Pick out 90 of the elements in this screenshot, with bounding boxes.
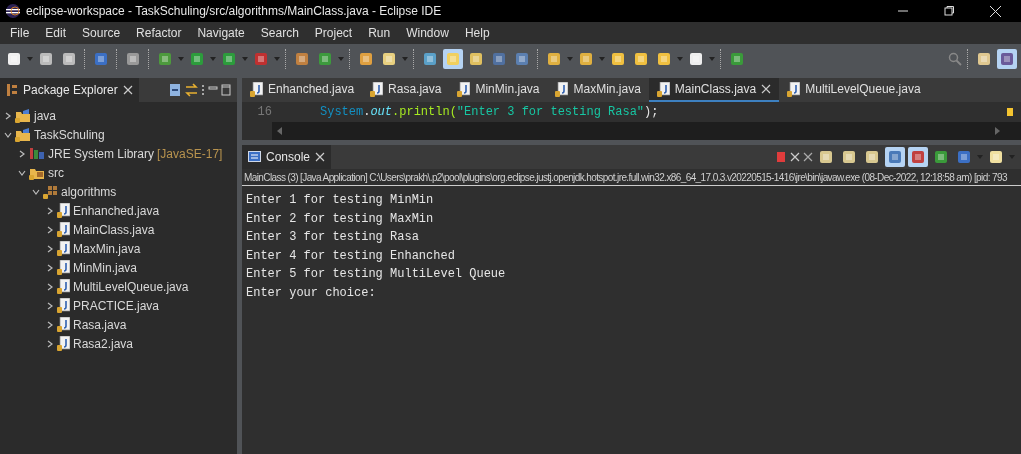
eclipse-logo-icon bbox=[6, 4, 20, 18]
line-number: 16 bbox=[256, 105, 273, 119]
console-output-line: Enter 1 for testing MinMin bbox=[245, 192, 435, 210]
menu-item[interactable]: Source bbox=[74, 26, 129, 40]
view-menu-icon[interactable] bbox=[201, 84, 205, 96]
console-icon bbox=[248, 150, 261, 164]
editor-tab[interactable]: Rasa.java bbox=[362, 78, 450, 102]
tree-item[interactable]: java bbox=[34, 108, 56, 123]
overview-marker-icon bbox=[1007, 108, 1013, 116]
tree-item[interactable]: MultiLevelQueue.java bbox=[73, 279, 189, 294]
close-icon[interactable] bbox=[122, 85, 133, 95]
library-version: [JavaSE-17] bbox=[157, 146, 223, 161]
tree-item[interactable]: MinMin.java bbox=[73, 260, 138, 275]
collapsed-chevron-icon[interactable] bbox=[46, 320, 54, 329]
collapsed-chevron-icon[interactable] bbox=[46, 263, 54, 272]
collapsed-chevron-icon[interactable] bbox=[46, 206, 54, 215]
console-output-line: Enter 3 for testing Rasa bbox=[245, 229, 420, 247]
close-icon[interactable] bbox=[315, 152, 326, 162]
tree-item[interactable]: MainClass.java bbox=[73, 222, 155, 237]
menu-item[interactable]: Run bbox=[360, 26, 399, 40]
project-folder-icon bbox=[15, 127, 31, 142]
console-output-line: Enter your choice: bbox=[245, 284, 377, 302]
menu-item[interactable]: Window bbox=[398, 26, 457, 40]
editor-tab[interactable]: MultiLevelQueue.java bbox=[779, 78, 929, 102]
collapsed-chevron-icon[interactable] bbox=[46, 339, 54, 348]
expanded-chevron-icon[interactable] bbox=[18, 168, 26, 177]
project-folder-icon bbox=[15, 108, 31, 123]
java-file-icon bbox=[457, 81, 471, 97]
library-books-icon bbox=[29, 147, 45, 160]
collapsed-chevron-icon[interactable] bbox=[18, 149, 26, 158]
code-line: System.out.println("Enter 3 for testing Rasa"); bbox=[319, 105, 659, 119]
console-output-line: Enter 2 for testing MaxMin bbox=[245, 210, 435, 228]
java-file-icon bbox=[57, 279, 70, 294]
java-file-icon bbox=[57, 317, 70, 332]
restore-icon[interactable] bbox=[944, 6, 954, 16]
collapse-all-icon[interactable] bbox=[169, 83, 182, 97]
editor-tab[interactable]: Enhanched.java bbox=[242, 78, 363, 102]
java-file-icon bbox=[57, 241, 70, 256]
console-output-line: Enter 5 for testing MultiLevel Queue bbox=[245, 266, 507, 284]
java-file-icon bbox=[656, 81, 670, 97]
editor-tab[interactable]: MaxMin.java bbox=[547, 78, 649, 102]
editor-tab[interactable]: MinMin.java bbox=[449, 78, 548, 102]
window-title: eclipse-workspace - TaskSchuling/src/algorithms/MainClass.java - Eclipse IDE bbox=[26, 4, 443, 18]
collapsed-chevron-icon[interactable] bbox=[46, 225, 54, 234]
menu-item[interactable]: Navigate bbox=[189, 26, 253, 40]
horizontal-scrollbar[interactable] bbox=[272, 122, 1021, 140]
java-file-icon bbox=[787, 81, 801, 97]
scroll-left-icon[interactable] bbox=[276, 126, 284, 136]
package-explorer-icon bbox=[6, 83, 18, 97]
close-icon[interactable] bbox=[989, 5, 1001, 17]
maximize-view-icon[interactable] bbox=[221, 84, 231, 96]
remove-launch-icon[interactable] bbox=[790, 152, 800, 162]
expanded-chevron-icon[interactable] bbox=[32, 187, 40, 196]
java-file-icon bbox=[57, 336, 70, 351]
collapsed-chevron-icon[interactable] bbox=[46, 244, 54, 253]
tree-item[interactable]: Rasa2.java bbox=[73, 336, 134, 351]
tree-item[interactable]: PRACTICE.java bbox=[73, 298, 160, 313]
java-file-icon bbox=[57, 222, 70, 237]
link-with-editor-icon[interactable] bbox=[185, 83, 198, 97]
tree-item[interactable]: JRE System Library bbox=[48, 146, 155, 161]
java-file-icon bbox=[57, 203, 70, 218]
collapsed-chevron-icon[interactable] bbox=[46, 301, 54, 310]
menu-item[interactable]: Edit bbox=[37, 26, 75, 40]
launch-info: MainClass (3) [Java Application] C:\Users\prakh\.p2\pool\plugins\org.eclipse.justj.openjdk.hotspot.jre.full.win32.x86_64_17.0.3.v20220515-1416\jre\bin\javaw.exe (08-Dec-2022, 12:18:58 am) [pid: 793 bbox=[242, 169, 1021, 186]
menu-item[interactable]: Project bbox=[306, 26, 361, 40]
remove-all-icon[interactable] bbox=[803, 152, 813, 162]
scroll-right-icon[interactable] bbox=[993, 126, 1001, 136]
java-file-icon bbox=[555, 81, 569, 97]
tree-item[interactable]: Enhanched.java bbox=[73, 203, 160, 218]
tree-item[interactable]: MaxMin.java bbox=[73, 241, 141, 256]
package-explorer-tab[interactable]: Package Explorer bbox=[0, 78, 139, 102]
java-file-icon bbox=[250, 81, 263, 97]
console-output-line: Enter 4 for testing Enhanched bbox=[245, 247, 456, 265]
tree-item[interactable]: algorithms bbox=[61, 184, 117, 199]
java-file-icon bbox=[57, 298, 70, 313]
collapsed-chevron-icon[interactable] bbox=[46, 282, 54, 291]
menu-item[interactable]: Refactor bbox=[128, 26, 190, 40]
editor-tab[interactable]: MainClass.java bbox=[648, 78, 780, 102]
console-tab[interactable]: Console bbox=[242, 145, 332, 169]
collapsed-chevron-icon[interactable] bbox=[4, 111, 12, 120]
tree-item[interactable]: src bbox=[48, 165, 64, 180]
tree-item[interactable]: Rasa.java bbox=[73, 317, 127, 332]
expanded-chevron-icon[interactable] bbox=[4, 130, 12, 139]
menu-item[interactable]: Search bbox=[252, 26, 307, 40]
tree-item[interactable]: TaskSchuling bbox=[34, 127, 105, 142]
java-file-icon bbox=[370, 81, 384, 97]
menu-item[interactable]: Help bbox=[456, 26, 498, 40]
java-file-icon bbox=[57, 260, 70, 275]
close-icon[interactable] bbox=[761, 84, 772, 94]
menu-item[interactable]: File bbox=[2, 26, 38, 40]
